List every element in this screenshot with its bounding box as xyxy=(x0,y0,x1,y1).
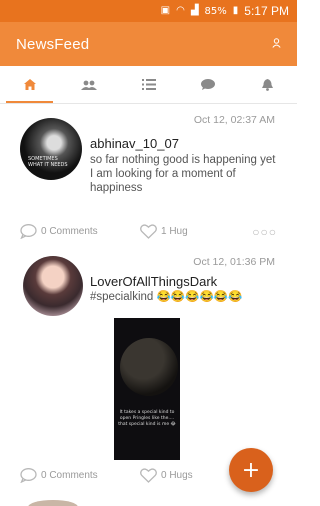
tab-groups[interactable] xyxy=(59,66,118,103)
comment-button[interactable]: 0 Comments xyxy=(20,224,140,239)
home-icon xyxy=(23,79,36,90)
pringles-can-image xyxy=(120,338,178,396)
news-feed: Oct 12, 02:37 AM SOMETIMES WHAT IT NEEDS… xyxy=(0,104,297,506)
post-actions: 0 Comments 1 Hug ○○○ xyxy=(20,224,277,239)
post-image[interactable]: It takes a special kind to open Pringles… xyxy=(114,318,180,460)
battery-percent: 85% xyxy=(204,5,227,17)
upload-icon: ▣ xyxy=(160,5,171,16)
tab-home[interactable] xyxy=(0,66,59,103)
bell-icon xyxy=(261,78,273,91)
post-time: Oct 12, 02:37 AM xyxy=(193,114,275,126)
tab-list[interactable] xyxy=(119,66,178,103)
avatar-caption: WHAT IT NEEDS xyxy=(28,162,68,168)
hug-count: 1 Hug xyxy=(161,226,188,237)
comment-count: 0 Comments xyxy=(41,226,98,237)
tab-notifications[interactable] xyxy=(238,66,297,103)
more-options-icon[interactable]: ○○○ xyxy=(252,225,277,239)
wifi-icon: ◠ xyxy=(176,5,185,16)
post-username[interactable]: abhinav_10_07 xyxy=(90,136,179,151)
group-icon xyxy=(81,80,98,90)
comment-icon xyxy=(20,224,37,239)
avatar[interactable]: SOMETIMES WHAT IT NEEDS xyxy=(20,118,82,180)
post-content: so far nothing good is happening yet I a… xyxy=(90,154,276,194)
feed-post: Oct 12, 02:37 AM SOMETIMES WHAT IT NEEDS… xyxy=(0,112,297,248)
page-title: NewsFeed xyxy=(16,35,90,53)
clock: 5:17 PM xyxy=(244,4,289,18)
hug-count: 0 Hugs xyxy=(161,470,193,481)
heart-icon xyxy=(140,468,157,483)
battery-icon: ▮ xyxy=(232,5,239,16)
post-content: #specialkind 😂😂😂😂😂😂 xyxy=(90,291,243,303)
app-bar: NewsFeed xyxy=(0,22,297,66)
heart-icon xyxy=(140,224,157,239)
tab-chat[interactable] xyxy=(178,66,237,103)
tab-bar xyxy=(0,66,297,104)
avatar[interactable] xyxy=(23,256,83,316)
post-time: Oct 12, 01:36 PM xyxy=(193,256,275,268)
signal-icon: ▟ xyxy=(190,5,199,16)
comment-count: 0 Comments xyxy=(41,470,98,481)
status-bar: ▣ ◠ ▟ 85% ▮ 5:17 PM xyxy=(0,0,297,22)
image-caption: It takes a special kind to open Pringles… xyxy=(118,410,176,427)
hug-button[interactable]: 0 Hugs xyxy=(140,468,232,483)
user-icon[interactable] xyxy=(272,37,281,51)
comment-button[interactable]: 0 Comments xyxy=(20,468,140,483)
comment-icon xyxy=(20,468,37,483)
hug-button[interactable]: 1 Hug xyxy=(140,224,232,239)
add-post-button[interactable]: + xyxy=(229,448,273,492)
list-icon xyxy=(141,79,156,90)
post-username[interactable]: LoverOfAllThingsDark xyxy=(90,274,217,289)
chat-icon xyxy=(200,79,215,90)
